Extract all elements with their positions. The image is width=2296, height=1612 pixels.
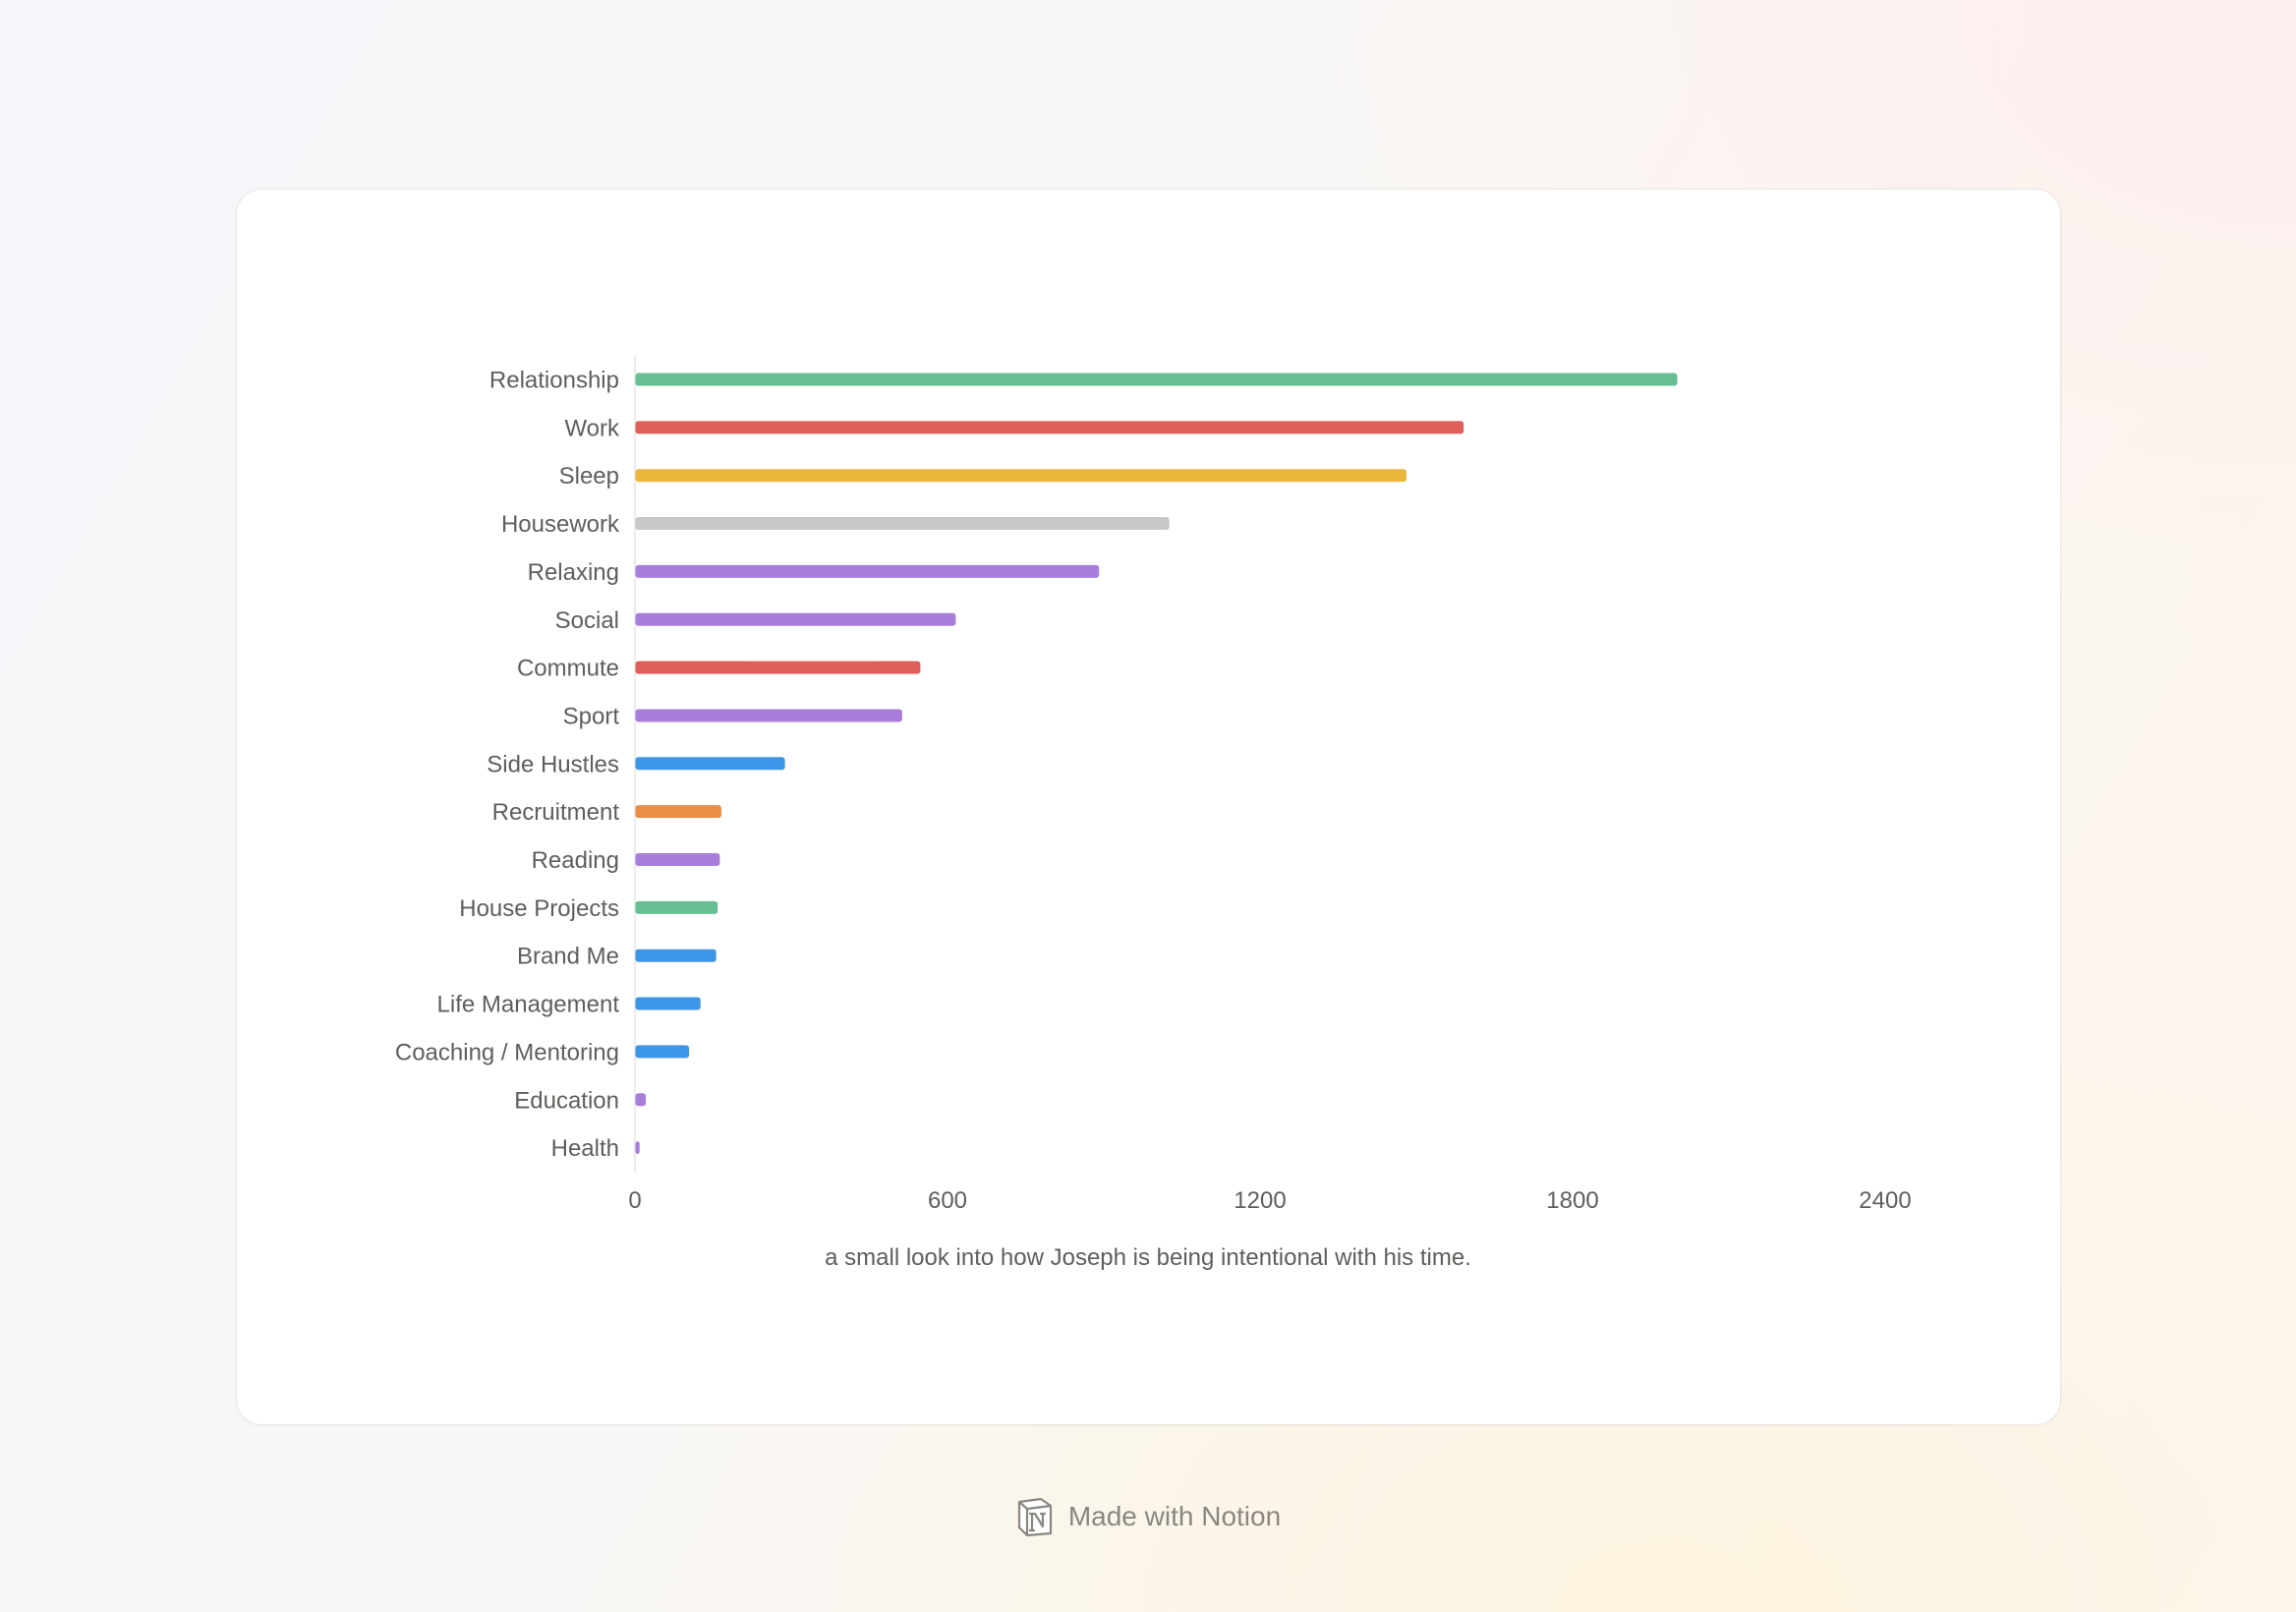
category-label-recruitment: Recruitment	[492, 799, 620, 826]
notion-logo-icon	[1017, 1497, 1052, 1537]
bar-sport[interactable]	[635, 709, 902, 722]
bar-education[interactable]	[635, 1093, 647, 1107]
bar-relationship[interactable]	[635, 373, 1678, 386]
bar-life-management[interactable]	[635, 997, 701, 1010]
bar-coaching-mentoring[interactable]	[635, 1045, 690, 1059]
category-label-work: Work	[564, 415, 620, 441]
bar-relaxing[interactable]	[635, 564, 1100, 578]
bar-commute[interactable]	[635, 661, 921, 674]
category-label-social: Social	[555, 607, 619, 634]
category-label-housework: Housework	[501, 511, 620, 538]
bar-chart: Relationship Work Sleep Housework Relaxing So…	[395, 355, 1912, 1271]
category-label-coaching-mentoring: Coaching / Mentoring	[395, 1039, 619, 1065]
chart-caption: a small look into how Joseph is being in…	[825, 1244, 1471, 1271]
category-label-sleep: Sleep	[559, 463, 619, 489]
footer-text: Made with Notion	[1067, 1501, 1282, 1531]
category-label-reading: Reading	[532, 847, 619, 874]
bar-side-hustles[interactable]	[635, 757, 785, 771]
category-label-health: Health	[551, 1135, 619, 1162]
chart-card: Relationship Work Sleep Housework Relaxing So…	[236, 189, 2061, 1425]
bar-sleep[interactable]	[635, 469, 1406, 483]
x-tick-label-600: 600	[928, 1187, 967, 1214]
bar-reading[interactable]	[635, 853, 720, 866]
x-tick-label-2400: 2400	[1859, 1187, 1911, 1214]
bar-house-projects[interactable]	[635, 900, 718, 914]
category-label-house-projects: House Projects	[459, 895, 619, 922]
bar-health[interactable]	[635, 1141, 640, 1155]
x-tick-label-1800: 1800	[1546, 1187, 1598, 1214]
category-label-brand-me: Brand Me	[517, 944, 619, 970]
bar-social[interactable]	[635, 612, 956, 626]
bar-brand-me[interactable]	[635, 949, 717, 962]
x-tick-label-0: 0	[628, 1187, 641, 1214]
category-label-side-hustles: Side Hustles	[487, 751, 619, 777]
category-label-relationship: Relationship	[489, 368, 619, 394]
bar-recruitment[interactable]	[635, 805, 721, 819]
category-label-commute: Commute	[517, 656, 619, 682]
footer: Made with Notion	[0, 1492, 2296, 1541]
category-label-relaxing: Relaxing	[528, 559, 619, 586]
x-tick-label-1200: 1200	[1234, 1187, 1286, 1214]
category-label-education: Education	[514, 1087, 619, 1114]
bar-housework[interactable]	[635, 517, 1170, 531]
category-label-sport: Sport	[563, 703, 620, 729]
bar-work[interactable]	[635, 421, 1464, 434]
category-label-life-management: Life Management	[437, 992, 620, 1018]
made-with-notion-link[interactable]: Made with Notion	[1015, 1496, 1281, 1537]
